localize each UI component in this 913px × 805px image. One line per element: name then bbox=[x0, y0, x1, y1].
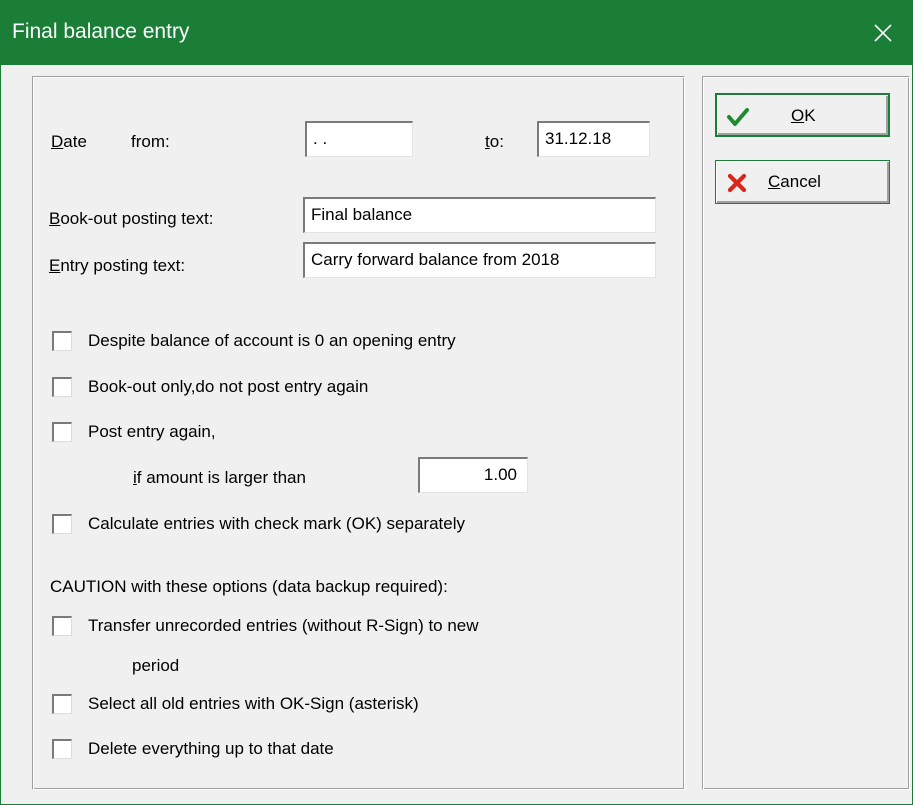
bookout-only-label: Book-out only,do not post entry again bbox=[88, 377, 369, 396]
date-to-label: to: bbox=[485, 132, 504, 151]
amount-threshold-label: if amount is larger than bbox=[133, 468, 306, 487]
post-again-label: Post entry again, bbox=[88, 422, 216, 441]
despite-balance-checkbox[interactable] bbox=[52, 331, 72, 351]
check-icon bbox=[727, 108, 749, 126]
date-label: Date bbox=[51, 132, 87, 151]
ok-button[interactable]: OK bbox=[715, 93, 890, 137]
post-again-checkbox[interactable] bbox=[52, 422, 72, 442]
date-from-input[interactable]: . . bbox=[305, 121, 413, 157]
cancel-button[interactable]: Cancel bbox=[715, 160, 890, 204]
close-button[interactable] bbox=[853, 0, 913, 65]
select-all-old-label: Select all old entries with OK-Sign (ast… bbox=[88, 694, 419, 713]
title-bar: Final balance entry bbox=[0, 0, 913, 65]
entry-text-label: Entry posting text: bbox=[49, 256, 186, 275]
delete-everything-label: Delete everything up to that date bbox=[88, 739, 334, 758]
bookout-text-label: Book-out posting text: bbox=[49, 209, 214, 228]
select-all-old-checkbox[interactable] bbox=[52, 694, 72, 714]
transfer-unrecorded-label-cont: period bbox=[132, 656, 180, 675]
calculate-separately-label: Calculate entries with check mark (OK) s… bbox=[88, 514, 465, 533]
bookout-text-input[interactable]: Final balance bbox=[303, 197, 656, 233]
bookout-only-checkbox[interactable] bbox=[52, 377, 72, 397]
transfer-unrecorded-label: Transfer unrecorded entries (without R-S… bbox=[88, 616, 479, 635]
cancel-button-label: Cancel bbox=[768, 172, 821, 191]
close-icon bbox=[874, 23, 892, 42]
window-title: Final balance entry bbox=[12, 20, 190, 43]
date-to-input[interactable]: 31.12.18 bbox=[537, 121, 650, 157]
despite-balance-label: Despite balance of account is 0 an openi… bbox=[88, 331, 456, 350]
date-from-label: from: bbox=[131, 132, 170, 151]
calculate-separately-checkbox[interactable] bbox=[52, 514, 72, 534]
entry-text-input[interactable]: Carry forward balance from 2018 bbox=[303, 242, 656, 278]
delete-everything-checkbox[interactable] bbox=[52, 739, 72, 759]
ok-button-label: OK bbox=[791, 106, 816, 125]
caution-heading: CAUTION with these options (data backup … bbox=[50, 577, 448, 596]
amount-threshold-input[interactable]: 1.00 bbox=[418, 457, 528, 493]
transfer-unrecorded-checkbox[interactable] bbox=[52, 616, 72, 636]
x-cross-icon bbox=[727, 173, 747, 193]
